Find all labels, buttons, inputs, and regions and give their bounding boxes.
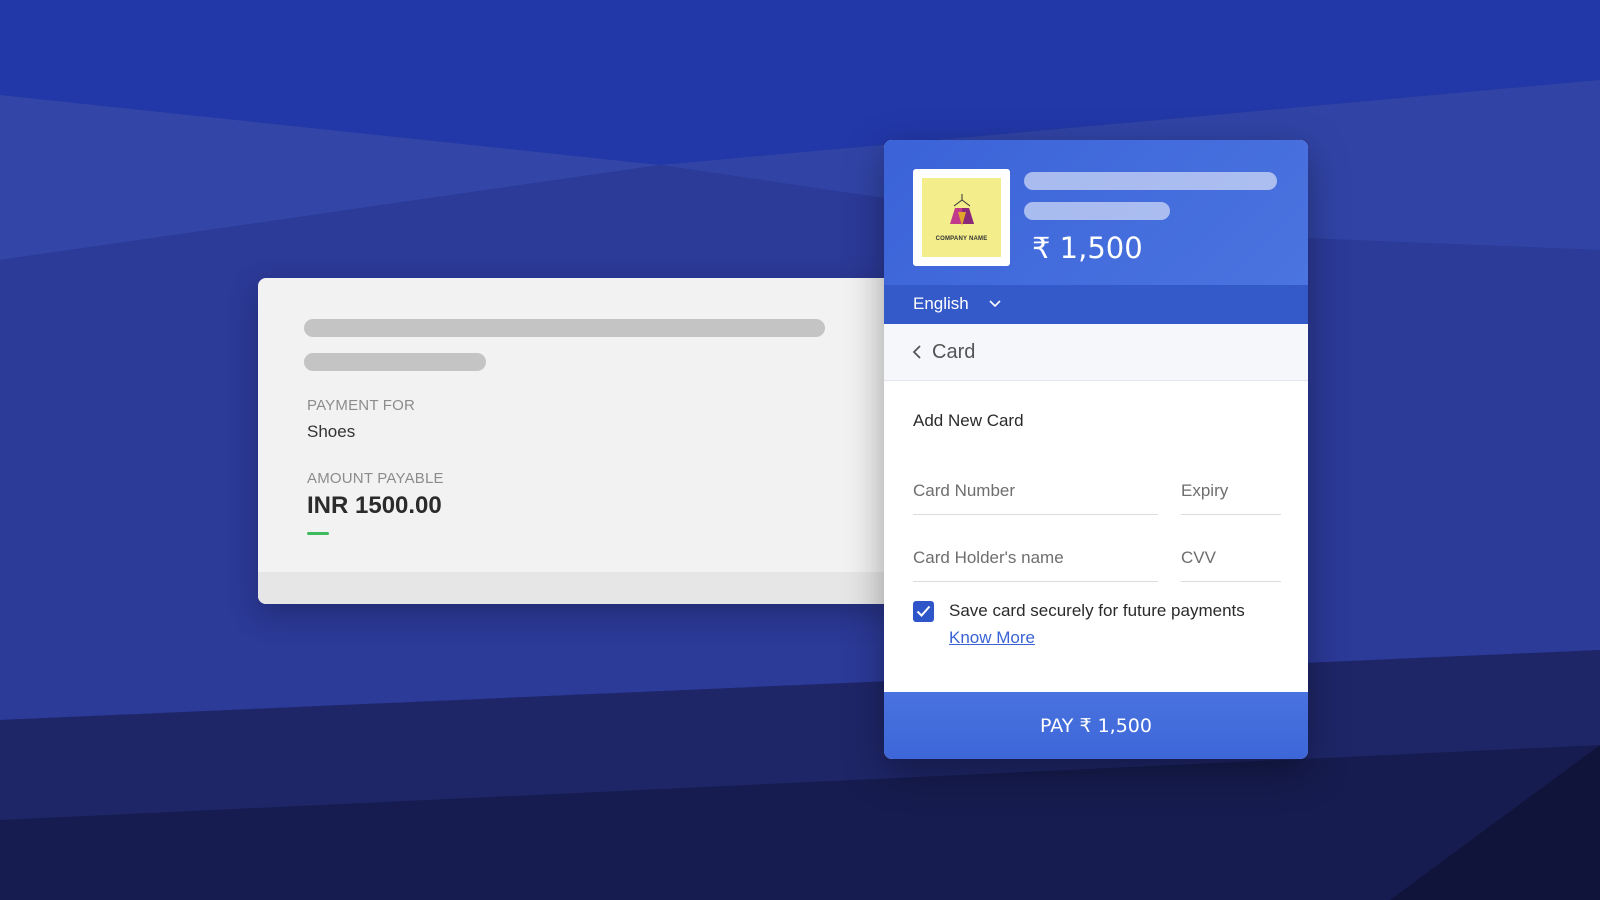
card-number-input[interactable] bbox=[913, 477, 1158, 515]
summary-footer bbox=[258, 572, 888, 604]
cvv-input[interactable] bbox=[1181, 544, 1281, 582]
chevron-down-icon[interactable] bbox=[989, 300, 1001, 308]
skeleton-line bbox=[304, 353, 486, 371]
know-more-link[interactable]: Know More bbox=[949, 628, 1035, 648]
payment-for-label: PAYMENT FOR bbox=[307, 397, 416, 414]
language-bar: English bbox=[884, 285, 1308, 324]
logo-text: COMPANY NAME bbox=[935, 236, 988, 242]
card-holder-name-input[interactable] bbox=[913, 544, 1158, 582]
language-select[interactable]: English bbox=[913, 294, 969, 314]
chevron-left-icon[interactable] bbox=[912, 345, 922, 359]
logo-background: COMPANY NAME bbox=[922, 178, 1001, 257]
checkout-widget: COMPANY NAME ₹ 1,500 English Card Add Ne… bbox=[884, 140, 1308, 759]
pay-button[interactable]: PAY ₹ 1,500 bbox=[884, 692, 1308, 759]
skeleton-line bbox=[304, 319, 825, 337]
payment-summary-card: PAYMENT FOR Shoes AMOUNT PAYABLE INR 150… bbox=[258, 278, 888, 604]
check-icon bbox=[916, 605, 931, 617]
amount-payable-value: INR 1500.00 bbox=[307, 492, 442, 519]
payment-method-bar: Card bbox=[884, 324, 1308, 381]
company-logo: COMPANY NAME bbox=[913, 169, 1010, 266]
skeleton-line bbox=[1024, 202, 1170, 220]
checkout-header: COMPANY NAME ₹ 1,500 bbox=[884, 140, 1308, 285]
skeleton-line bbox=[1024, 172, 1277, 190]
save-card-label: Save card securely for future payments bbox=[949, 601, 1245, 620]
hanger-dress-icon bbox=[950, 194, 974, 226]
amount-payable-label: AMOUNT PAYABLE bbox=[307, 470, 444, 487]
payment-method-title: Card bbox=[932, 341, 976, 363]
expiry-input[interactable] bbox=[1181, 477, 1281, 515]
amount-underline bbox=[307, 532, 329, 535]
save-card-checkbox[interactable] bbox=[913, 601, 934, 622]
add-new-card-title: Add New Card bbox=[913, 411, 1024, 430]
payment-for-value: Shoes bbox=[307, 422, 356, 441]
checkout-amount: ₹ 1,500 bbox=[1032, 231, 1143, 265]
